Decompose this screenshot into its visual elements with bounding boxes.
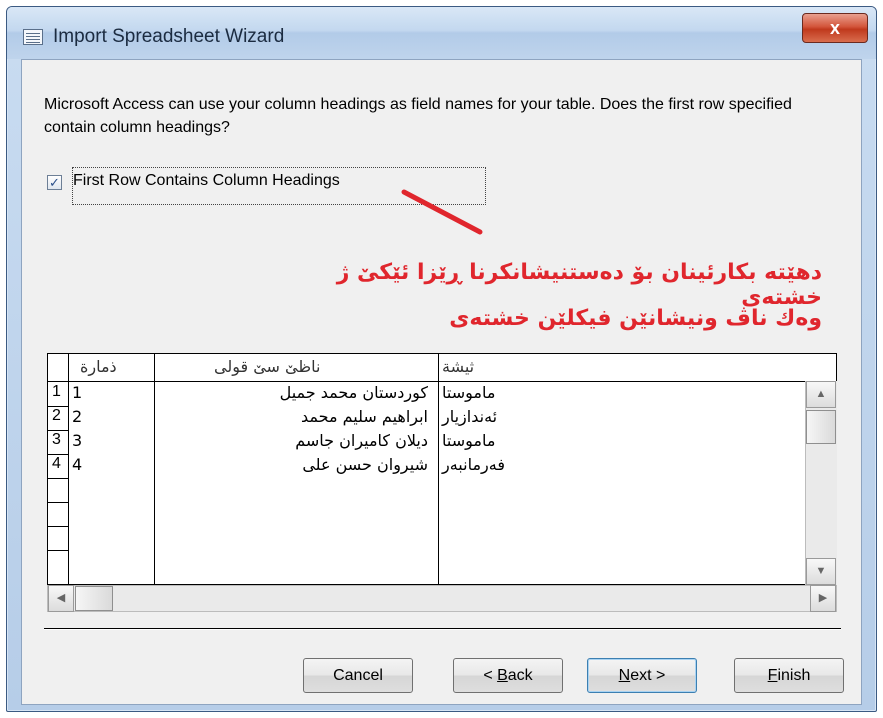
table-cell: شیروان حسن علی [302,455,428,474]
finish-mnemonic: F [767,667,778,684]
table-cell: 1 [72,383,83,402]
table-cell: ابراهیم سلیم محمد [301,407,428,426]
horizontal-scroll-thumb[interactable] [75,586,113,611]
grid-divider [438,354,439,584]
row-line [48,550,68,551]
back-button[interactable]: < Back [453,658,563,693]
table-cell: 3 [72,431,83,450]
spreadsheet-icon [23,29,43,45]
next-button[interactable]: Next > [587,658,697,693]
vertical-scrollbar[interactable]: ▲ ▼ [805,381,837,585]
table-cell: فەرمانبەر [442,455,505,474]
column-header[interactable]: ناظێ سێ قولی [214,357,320,376]
horizontal-scrollbar[interactable]: ◀ ▶ [47,585,837,612]
finish-button[interactable]: Finish [734,658,844,693]
back-mnemonic: B [497,667,508,684]
row-line [48,502,68,503]
row-line [48,526,68,527]
title-bar[interactable]: Import Spreadsheet Wizard x [7,7,876,59]
annotation-arrow-icon [401,189,483,235]
scroll-up-icon[interactable]: ▲ [806,381,836,408]
first-row-headings-label[interactable]: First Row Contains Column Headings [73,172,340,190]
first-row-headings-checkbox[interactable]: ✓ [47,175,62,190]
scroll-right-icon[interactable]: ▶ [810,585,836,612]
back-rest: ack [507,667,533,684]
import-spreadsheet-wizard-window: Import Spreadsheet Wizard x Microsoft Ac… [6,6,877,712]
column-header[interactable]: ذمارة [80,357,117,376]
table-cell: كوردستان محمد جمیل [279,383,428,402]
table-cell: ماموستا [442,383,496,402]
vertical-scroll-thumb[interactable] [806,410,836,444]
back-prefix: < [483,667,498,684]
cancel-button[interactable]: Cancel [303,658,413,693]
column-header[interactable]: ثیشة [442,357,474,376]
annotation-line-2: وەك ناڤ ونیشانێن فیكلێن خشتەی [449,306,822,331]
close-button[interactable]: x [802,13,868,43]
grid-divider [154,354,155,584]
row-number: 3 [52,431,61,448]
window-title: Import Spreadsheet Wizard [53,26,285,47]
annotation-line-1: دهێته بكارئینان بۆ دەستنیشانكرنا ڕێزا ئێ… [336,260,822,310]
data-preview-grid[interactable]: ذمارة ناظێ سێ قولی ثیشة 1 1 كوردستان محم… [47,353,837,585]
next-mnemonic: N [618,667,631,684]
button-separator [44,628,841,629]
scroll-down-icon[interactable]: ▼ [806,558,836,585]
wizard-description: Microsoft Access can use your column hea… [44,96,792,136]
table-cell: 4 [72,455,83,474]
row-number: 1 [52,383,61,400]
row-number: 2 [52,407,61,424]
scroll-left-icon[interactable]: ◀ [48,585,74,612]
next-rest: ext > [630,667,666,684]
table-cell: ئەندازیار [442,407,498,426]
grid-divider [68,354,69,584]
table-cell: 2 [72,407,83,426]
table-cell: دیلان كامیران جاسم [295,431,428,450]
finish-rest: inish [777,667,811,684]
row-number: 4 [52,455,61,472]
table-cell: ماموستا [442,431,496,450]
wizard-body: Microsoft Access can use your column hea… [21,59,862,705]
grid-header-line [48,381,835,382]
row-line [48,478,68,479]
